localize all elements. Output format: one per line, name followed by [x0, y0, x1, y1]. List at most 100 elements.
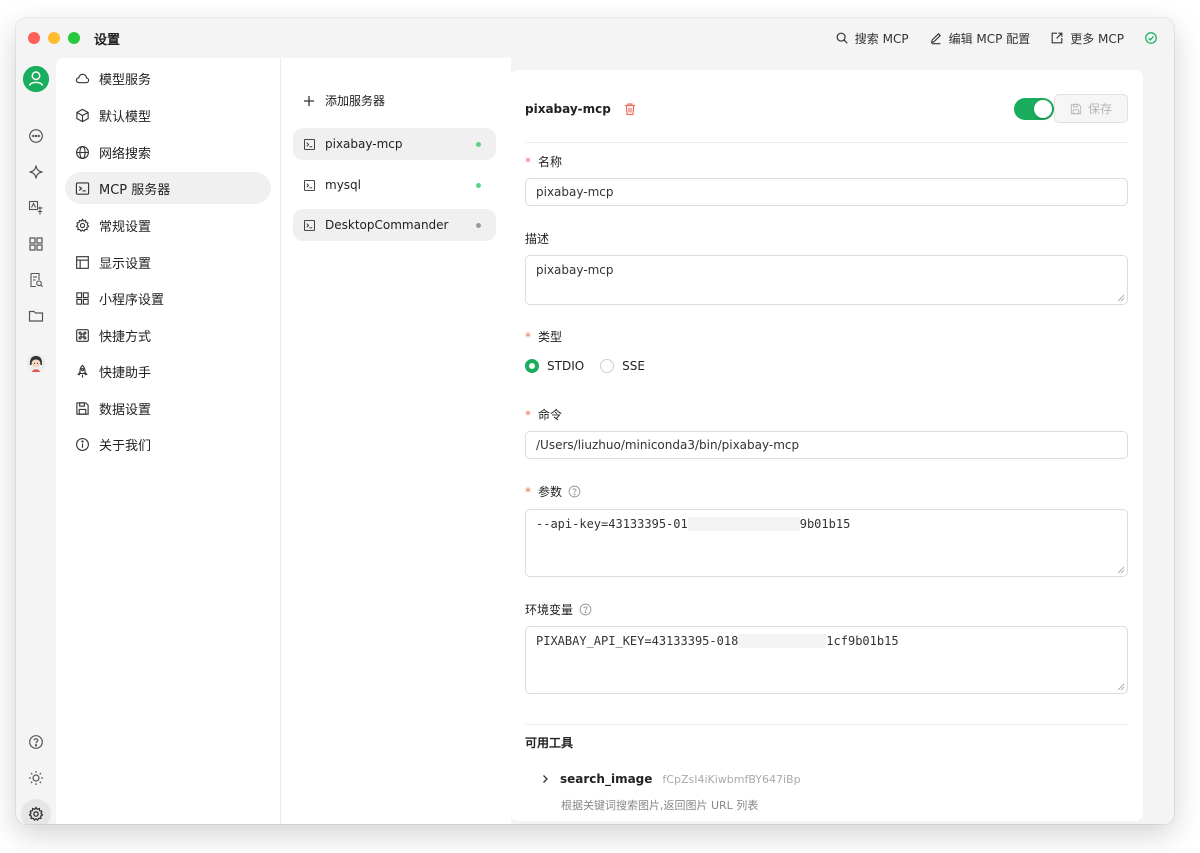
tools-divider: [525, 724, 1128, 725]
radio-unchecked: [600, 359, 615, 373]
description-textarea[interactable]: pixabay-mcp: [525, 255, 1128, 305]
toggle-knob: [1034, 100, 1052, 118]
rail-files[interactable]: [21, 301, 51, 331]
terminal-icon: [304, 179, 315, 191]
command-input[interactable]: /Users/liuzhuo/miniconda3/bin/pixabay-mc…: [525, 431, 1128, 459]
name-value: pixabay-mcp: [536, 185, 614, 199]
user-icon: [22, 65, 50, 93]
rail-translate[interactable]: [21, 193, 51, 223]
folder-icon: [28, 310, 44, 322]
rail-chat[interactable]: [21, 121, 51, 151]
edit-mcp-config-button[interactable]: 编辑 MCP 配置: [929, 30, 1030, 47]
menu-item-label: 模型服务: [99, 72, 152, 88]
layout-icon: [76, 255, 89, 269]
server-item-desktopcommander[interactable]: DesktopCommander: [293, 209, 496, 241]
required-mark: *: [525, 484, 531, 499]
search-mcp-button[interactable]: 搜索 MCP: [835, 30, 909, 47]
user-avatar-button[interactable]: [21, 64, 51, 94]
menu-item-web-search[interactable]: 网络搜索: [65, 136, 271, 168]
tool-item-search-image[interactable]: search_image fCpZsI4iKiwbmfBY647iBp: [540, 772, 801, 786]
tool-description: 根据关键词搜索图片,返回图片 URL 列表: [561, 799, 759, 812]
trash-icon[interactable]: [623, 102, 637, 116]
label-text: 参数: [538, 485, 563, 499]
more-mcp-button[interactable]: 更多 MCP: [1050, 30, 1124, 47]
menu-item-label: 网络搜索: [99, 146, 152, 162]
type-radio-stdio[interactable]: STDIO: [525, 359, 584, 373]
sparkle-icon: [29, 165, 43, 179]
tool-name: search_image: [560, 772, 653, 786]
maximize-window-button[interactable]: [68, 32, 80, 44]
type-radio-sse[interactable]: SSE: [600, 359, 645, 373]
label-text: 描述: [525, 232, 550, 246]
menu-item-about[interactable]: 关于我们: [65, 428, 271, 460]
env-value-prefix: PIXABAY_API_KEY=43133395-018: [536, 634, 739, 648]
translate-icon: [28, 200, 43, 215]
name-input[interactable]: pixabay-mcp: [525, 178, 1128, 206]
radio-checked: [525, 359, 539, 373]
rail-assistant-avatar[interactable]: [21, 348, 51, 378]
resize-handle-icon[interactable]: [1117, 566, 1125, 574]
minimize-window-button[interactable]: [48, 32, 60, 44]
more-mcp-label: 更多 MCP: [1070, 31, 1124, 46]
menu-item-default-model[interactable]: 默认模型: [65, 99, 271, 131]
rail-settings[interactable]: [21, 799, 51, 824]
type-field-label: * 类型: [525, 328, 562, 345]
status-dot-inactive: [476, 223, 481, 228]
gear-icon: [28, 806, 44, 822]
resize-handle-icon[interactable]: [1117, 294, 1125, 302]
resize-handle-icon[interactable]: [1117, 683, 1125, 691]
app-window: 设置 搜索 MCP 编辑 MCP 配置 更多 MCP 模型服务 默认模型 网络搜…: [16, 18, 1174, 824]
env-value-suffix: 1cf9b01b15: [826, 634, 899, 648]
save-icon: [1070, 103, 1082, 114]
menu-item-label: 常规设置: [99, 219, 152, 235]
menu-item-data-settings[interactable]: 数据设置: [65, 392, 271, 424]
help-circle-icon: [29, 735, 43, 749]
grid-icon: [76, 291, 89, 305]
plus-icon: [304, 95, 314, 106]
gear-icon: [75, 217, 90, 232]
edit-icon: [930, 32, 941, 45]
grid-icon: [29, 237, 43, 251]
icon-rail: [16, 58, 56, 824]
server-name: DesktopCommander: [325, 218, 449, 232]
add-server-button[interactable]: 添加服务器: [303, 92, 385, 109]
rail-agents[interactable]: [21, 157, 51, 187]
server-detail-panel: pixabay-mcp 保存 * 名称 pixabay-mcp 描述 pixab…: [510, 70, 1143, 821]
status-check-button[interactable]: [1144, 31, 1158, 45]
rail-help[interactable]: [21, 727, 51, 757]
menu-item-quick-assistant[interactable]: 快捷助手: [65, 355, 271, 387]
terminal-icon: [304, 138, 315, 150]
rail-knowledge[interactable]: [21, 265, 51, 295]
help-circle-icon[interactable]: [568, 485, 581, 498]
server-item-pixabay-mcp[interactable]: pixabay-mcp: [293, 128, 496, 160]
server-name: pixabay-mcp: [325, 137, 403, 151]
help-circle-icon[interactable]: [579, 603, 592, 616]
info-icon: [76, 437, 89, 451]
rail-theme[interactable]: [21, 763, 51, 793]
args-textarea[interactable]: --api-key=43133395-01 9b01b15: [525, 509, 1128, 577]
save-button[interactable]: 保存: [1054, 94, 1128, 123]
close-window-button[interactable]: [28, 32, 40, 44]
window-controls: [28, 32, 80, 44]
menu-item-miniapp-settings[interactable]: 小程序设置: [65, 282, 271, 314]
menu-item-general-settings[interactable]: 常规设置: [65, 209, 271, 241]
env-field-label: 环境变量: [525, 601, 592, 618]
server-item-mysql[interactable]: mysql: [293, 169, 496, 201]
menu-item-display-settings[interactable]: 显示设置: [65, 246, 271, 278]
menu-item-shortcuts[interactable]: 快捷方式: [65, 319, 271, 351]
add-server-label: 添加服务器: [325, 94, 386, 108]
required-mark: *: [525, 407, 531, 422]
type-radio-group: STDIO SSE: [525, 359, 645, 373]
menu-item-model-service[interactable]: 模型服务: [65, 62, 271, 94]
rail-apps[interactable]: [21, 229, 51, 259]
globe-icon: [76, 145, 89, 159]
enable-toggle[interactable]: [1014, 98, 1054, 120]
description-value: pixabay-mcp: [536, 263, 614, 277]
menu-item-mcp-servers[interactable]: MCP 服务器: [65, 172, 271, 204]
command-value: /Users/liuzhuo/miniconda3/bin/pixabay-mc…: [536, 438, 800, 452]
chevron-right-icon: [543, 775, 548, 783]
sun-icon: [29, 771, 43, 785]
env-textarea[interactable]: PIXABAY_API_KEY=43133395-018 1cf9b01b15: [525, 626, 1128, 694]
menu-item-label: 关于我们: [99, 438, 152, 454]
tool-id: fCpZsI4iKiwbmfBY647iBp: [662, 772, 801, 786]
